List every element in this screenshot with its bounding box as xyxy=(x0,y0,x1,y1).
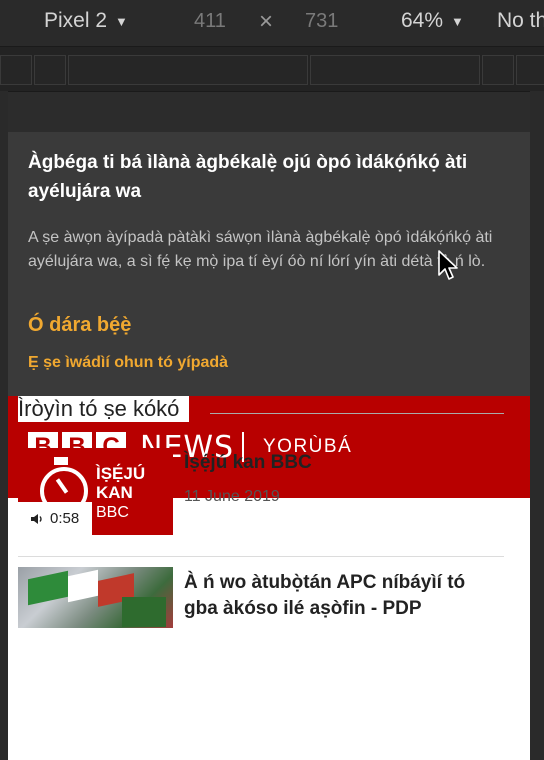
story-divider xyxy=(18,556,504,557)
duration: 0:58 xyxy=(50,510,80,527)
media-query-segment[interactable] xyxy=(34,55,66,85)
media-query-segment[interactable] xyxy=(310,55,480,85)
viewport-gutter-left xyxy=(0,91,8,760)
learn-more-link[interactable]: Ẹ ṣe ìwádìí ohun tó yípadà xyxy=(28,354,228,372)
thumbnail-brand: BBC xyxy=(96,504,129,521)
story-thumbnail[interactable] xyxy=(18,567,173,628)
dimension-separator: × xyxy=(259,8,274,35)
stopwatch-icon xyxy=(54,457,68,465)
zoom-value: 64% xyxy=(401,9,444,32)
device-name: Pixel 2 xyxy=(44,9,108,32)
viewport-gutter-right xyxy=(530,91,544,760)
media-query-segment[interactable] xyxy=(482,55,514,85)
thumbnail-label: ÌṢẸ́JÚ KAN xyxy=(96,464,146,502)
zoom-select[interactable]: 64% ▼ xyxy=(401,9,464,33)
accept-button[interactable]: Ó dára bẹ́ẹ̀ xyxy=(28,314,131,337)
banner-title: Àgbéga ti bá ìlànà àgbékalẹ̀ ojú òpó ìdá… xyxy=(28,152,468,202)
media-query-segment[interactable] xyxy=(68,55,308,85)
story-item[interactable]: ÌṢẸ́JÚ KAN BBC 0:58 Ìṣẹ́jú kan BBC 11 Ju… xyxy=(18,448,504,536)
flag-shape xyxy=(122,597,166,627)
section-title: Ìròyìn tó ṣe kókó xyxy=(18,396,190,422)
throttle-select[interactable]: No th xyxy=(497,9,544,33)
story-date: 11 June 2019 xyxy=(184,488,280,505)
story-title[interactable]: À ń wo àtubọ̀tán APC níbáyìí tó gba àkós… xyxy=(184,570,504,622)
flag-shape xyxy=(68,569,98,603)
flag-shape xyxy=(28,570,68,606)
device-viewport: Àgbéga ti bá ìlànà àgbékalẹ̀ ojú òpó ìdá… xyxy=(8,132,530,760)
device-select[interactable]: Pixel 2 ▼ xyxy=(44,9,128,33)
device-toolbar: Pixel 2 ▼ 411 × 731 64% ▼ No th xyxy=(0,0,544,46)
viewport-height[interactable]: 731 xyxy=(305,10,338,33)
mouse-cursor-icon xyxy=(438,250,458,280)
media-query-segment[interactable] xyxy=(516,55,544,85)
chevron-down-icon: ▼ xyxy=(451,13,464,29)
speaker-icon xyxy=(31,513,42,524)
viewport-width[interactable]: 411 xyxy=(194,10,226,33)
story-title[interactable]: Ìṣẹ́jú kan BBC xyxy=(184,450,312,476)
media-query-bar[interactable] xyxy=(0,46,544,92)
video-thumbnail[interactable]: ÌṢẸ́JÚ KAN BBC 0:58 xyxy=(18,448,173,535)
chevron-down-icon: ▼ xyxy=(115,13,128,29)
media-query-segment[interactable] xyxy=(0,55,32,85)
duration-badge: 0:58 xyxy=(18,502,92,535)
story-item[interactable]: À ń wo àtubọ̀tán APC níbáyìí tó gba àkós… xyxy=(18,567,504,628)
section-rule xyxy=(210,413,504,414)
